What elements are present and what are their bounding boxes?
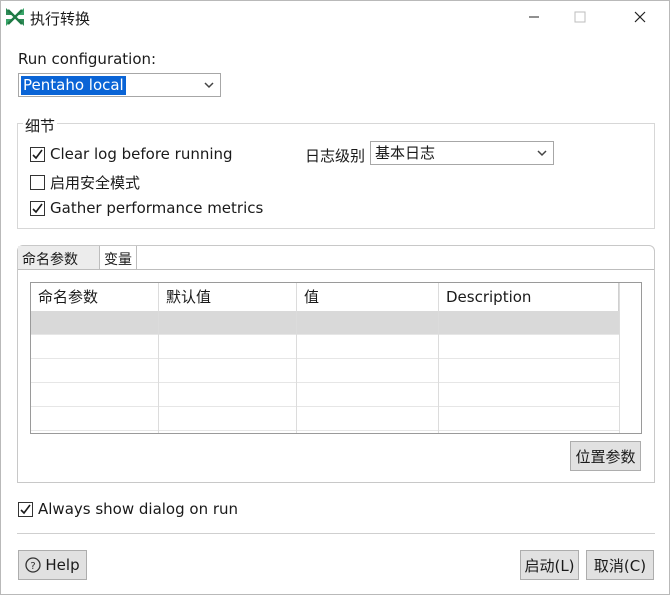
gather-metrics-label: Gather performance metrics: [50, 199, 264, 217]
table-row[interactable]: [31, 407, 619, 431]
tab-named-parameters[interactable]: 命名参数: [18, 246, 100, 270]
cancel-button[interactable]: 取消(C): [586, 550, 654, 580]
gather-metrics-checkbox[interactable]: Gather performance metrics: [30, 199, 263, 217]
run-configuration-label: Run configuration:: [18, 50, 157, 68]
help-button[interactable]: ? Help: [18, 550, 87, 580]
column-header[interactable]: Description: [439, 283, 619, 311]
footer-divider: [17, 533, 655, 534]
run-configuration-value: Pentaho local: [21, 76, 126, 95]
log-level-value: 基本日志: [375, 144, 436, 162]
table-row[interactable]: [31, 335, 619, 359]
chevron-down-icon: [204, 82, 214, 89]
table-row[interactable]: [31, 383, 619, 407]
log-level-select[interactable]: 基本日志: [370, 141, 554, 165]
run-configuration-select[interactable]: Pentaho local: [18, 73, 221, 97]
checkbox-checked-icon: [30, 146, 45, 162]
table-header: 命名参数 默认值 值 Description: [31, 283, 641, 311]
column-divider: [619, 283, 620, 433]
parameters-table[interactable]: 命名参数 默认值 值 Description: [30, 282, 642, 434]
position-parameters-button[interactable]: 位置参数: [570, 441, 641, 471]
minimize-button[interactable]: [511, 1, 557, 33]
checkbox-checked-icon: [18, 501, 33, 517]
tab-variables[interactable]: 变量: [100, 246, 137, 270]
window-title: 执行转换: [30, 10, 91, 28]
always-show-label: Always show dialog on run: [38, 500, 239, 518]
help-label: Help: [45, 556, 80, 574]
maximize-button[interactable]: [557, 1, 603, 33]
tab-divider: [18, 269, 654, 270]
checkbox-checked-icon: [30, 200, 45, 216]
column-divider: [296, 283, 297, 433]
table-row[interactable]: [31, 359, 619, 383]
close-button[interactable]: [617, 1, 663, 33]
table-row[interactable]: [31, 311, 619, 335]
column-header[interactable]: 默认值: [159, 283, 297, 311]
title-bar: 执行转换: [1, 1, 670, 35]
column-divider: [438, 283, 439, 433]
column-divider: [158, 283, 159, 433]
chevron-down-icon: [537, 150, 547, 157]
details-group-title: 细节: [23, 115, 58, 136]
column-header[interactable]: 命名参数: [31, 283, 159, 311]
close-icon: [634, 11, 646, 23]
safe-mode-label: 启用安全模式: [50, 174, 141, 192]
log-level-label: 日志级别: [305, 147, 366, 165]
help-icon: ?: [25, 557, 42, 573]
always-show-checkbox[interactable]: Always show dialog on run: [18, 500, 238, 518]
clear-log-label: Clear log before running: [50, 145, 233, 163]
pentaho-spoon-icon: [5, 7, 25, 27]
start-button[interactable]: 启动(L): [520, 550, 579, 580]
column-header[interactable]: 值: [297, 283, 439, 311]
safe-mode-checkbox[interactable]: 启用安全模式: [30, 172, 140, 193]
svg-text:?: ?: [31, 561, 36, 572]
checkbox-unchecked-icon: [30, 175, 45, 190]
run-transformation-dialog: 执行转换 Run configuration: Pentaho local 细节…: [0, 0, 670, 595]
clear-log-checkbox[interactable]: Clear log before running: [30, 145, 233, 163]
